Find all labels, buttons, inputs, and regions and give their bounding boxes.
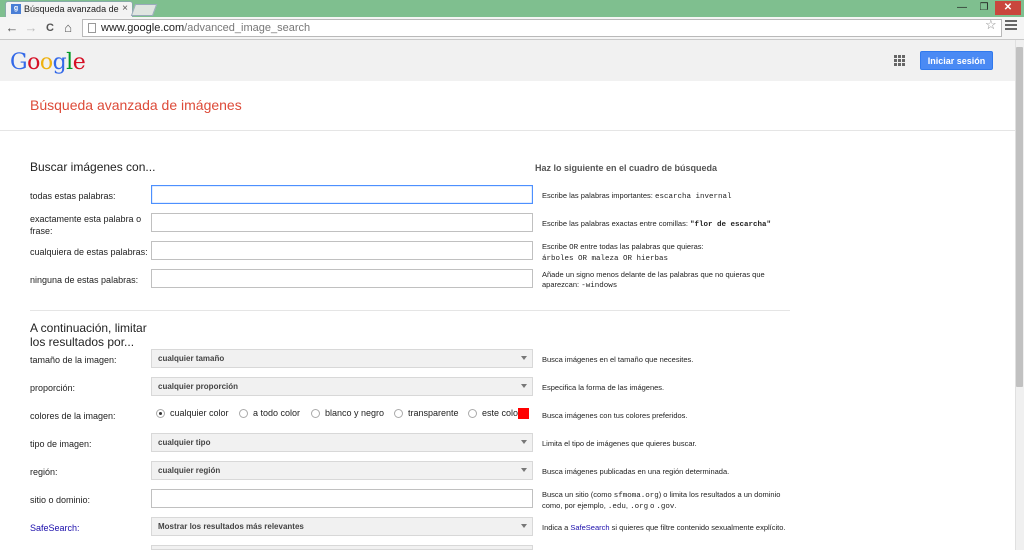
dropdown-arrow-icon (521, 524, 527, 528)
search-section-title: Buscar imágenes con... (30, 160, 156, 174)
image-size-hint: Busca imágenes en el tamaño que necesite… (542, 355, 694, 364)
dropdown-arrow-icon (521, 468, 527, 472)
google-header (0, 40, 1015, 81)
logo-letter: o (39, 50, 53, 75)
any-words-input[interactable] (151, 241, 533, 260)
color-radio-group: cualquier color a todo color blanco y ne… (156, 408, 526, 421)
dropdown-arrow-icon (521, 440, 527, 444)
hint-column-title: Haz lo siguiente en el cuadro de búsqued… (535, 163, 718, 173)
reload-icon[interactable]: C (42, 19, 58, 37)
next-select-partial[interactable] (151, 545, 533, 550)
all-words-label: todas estas palabras: (30, 191, 116, 201)
apps-grid-icon[interactable] (894, 55, 905, 66)
page-icon (88, 23, 96, 33)
region-label: región: (30, 467, 58, 477)
logo-letter: e (72, 50, 86, 75)
browser-tab[interactable]: g Búsqueda avanzada de imágenes × (5, 1, 133, 17)
image-type-hint: Limita el tipo de imágenes que quieres b… (542, 439, 697, 448)
maximize-button[interactable]: ❐ (973, 1, 995, 15)
limit-section-title: A continuación, limitar los resultados p… (30, 321, 147, 349)
image-size-label: tamaño de la imagen: (30, 355, 117, 365)
region-hint: Busca imágenes publicadas en una región … (542, 467, 730, 476)
site-domain-hint: Busca un sitio (como sfmoma.org) o limit… (542, 490, 781, 511)
tab-close-icon[interactable]: × (122, 3, 128, 14)
back-arrow-icon[interactable]: ← (4, 19, 20, 37)
exact-phrase-input[interactable] (151, 213, 533, 232)
divider (0, 130, 1015, 131)
window-close-button[interactable]: ✕ (995, 1, 1021, 15)
minimize-button[interactable]: — (951, 1, 973, 15)
bookmark-star-icon[interactable]: ☆ (985, 17, 997, 33)
page-title: Búsqueda avanzada de imágenes (30, 97, 242, 113)
safesearch-select[interactable]: Mostrar los resultados más relevantes (151, 517, 533, 536)
dropdown-arrow-icon (521, 384, 527, 388)
any-words-hint: Escribe OR entre todas las palabras que … (542, 242, 704, 263)
all-words-input[interactable] (151, 185, 533, 204)
logo-letter: o (27, 50, 40, 75)
image-type-select[interactable]: cualquier tipo (151, 433, 533, 452)
tab-title: Búsqueda avanzada de imágenes (24, 4, 119, 14)
google-logo[interactable]: Google (10, 50, 86, 75)
divider (30, 310, 790, 311)
browser-toolbar: ← → C ⌂ www.google.com/advanced_image_se… (0, 17, 1024, 40)
image-type-label: tipo de imagen: (30, 439, 92, 449)
aspect-ratio-hint: Especifica la forma de las imágenes. (542, 383, 665, 392)
site-domain-label: sitio o dominio: (30, 495, 91, 505)
image-size-select[interactable]: cualquier tamaño (151, 349, 533, 368)
chrome-menu-icon[interactable] (1005, 20, 1017, 32)
google-favicon-icon: g (11, 4, 21, 14)
any-words-label: cualquiera de estas palabras: (30, 247, 148, 257)
none-words-label: ninguna de estas palabras: (30, 275, 139, 285)
color-swatch[interactable] (518, 408, 529, 419)
sign-in-button[interactable]: Iniciar sesión (920, 51, 993, 70)
none-words-hint: Añade un signo menos delante de las pala… (542, 270, 765, 290)
safesearch-link[interactable]: SafeSearch: (30, 522, 80, 534)
logo-letter: G (10, 50, 28, 75)
aspect-ratio-label: proporción: (30, 383, 76, 393)
logo-letter: g (52, 50, 67, 75)
safesearch-hint-link[interactable]: SafeSearch (570, 523, 609, 532)
home-icon[interactable]: ⌂ (60, 19, 76, 37)
all-words-hint: Escribe las palabras importantes: escarc… (542, 191, 732, 201)
exact-phrase-label: exactamente esta palabra o frase: (30, 214, 142, 236)
new-tab-button[interactable] (130, 4, 158, 16)
exact-phrase-hint: Escribe las palabras exactas entre comil… (542, 219, 771, 229)
scrollbar-thumb[interactable] (1016, 47, 1023, 387)
none-words-input[interactable] (151, 269, 533, 288)
address-bar[interactable]: www.google.com/advanced_image_search (82, 19, 1002, 37)
site-domain-input[interactable] (151, 489, 533, 508)
image-colors-hint: Busca imágenes con tus colores preferido… (542, 411, 688, 420)
aspect-ratio-select[interactable]: cualquier proporción (151, 377, 533, 396)
image-colors-label: colores de la imagen: (30, 411, 116, 421)
forward-arrow-icon[interactable]: → (23, 19, 39, 37)
url-text: www.google.com/advanced_image_search (101, 22, 311, 34)
safesearch-hint: Indica a SafeSearch si quieres que filtr… (542, 523, 786, 532)
dropdown-arrow-icon (521, 356, 527, 360)
region-select[interactable]: cualquier región (151, 461, 533, 480)
